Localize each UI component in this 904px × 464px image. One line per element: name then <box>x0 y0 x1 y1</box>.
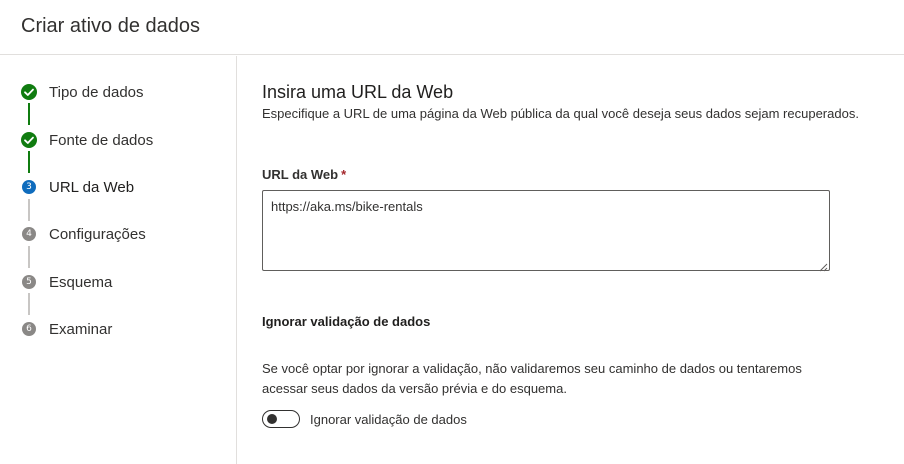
resize-grip-icon[interactable] <box>819 260 828 272</box>
toggle-knob <box>267 414 277 424</box>
wizard-steps: Tipo de dados Fonte de dados 3 URL da We… <box>0 56 237 464</box>
step-number-icon: 4 <box>22 227 36 241</box>
step-connector-3 <box>28 199 30 221</box>
checkmark-circle-icon <box>20 83 38 101</box>
checkmark-circle-icon <box>20 131 38 149</box>
step-marker: 5 <box>20 273 38 291</box>
step-configuracoes[interactable]: 4 Configurações <box>20 222 146 246</box>
url-field-label-text: URL da Web <box>262 167 339 182</box>
step-esquema[interactable]: 5 Esquema <box>20 270 112 294</box>
step-marker: 6 <box>20 320 38 338</box>
step-tipo-de-dados[interactable]: Tipo de dados <box>20 80 144 104</box>
skip-validation-description: Se você optar por ignorar a validação, n… <box>262 361 802 396</box>
url-field-label: URL da Web * <box>262 167 346 182</box>
step-connector-1 <box>28 103 30 125</box>
required-marker: * <box>341 167 347 182</box>
step-examinar[interactable]: 6 Examinar <box>20 317 112 341</box>
skip-validation-toggle-row: Ignorar validação de dados <box>262 409 467 429</box>
skip-validation-toggle[interactable] <box>262 410 300 428</box>
url-input-value: https://aka.ms/bike-rentals <box>271 199 423 214</box>
step-label: Examinar <box>49 320 113 338</box>
section-description: Especifique a URL de uma página da Web p… <box>262 106 859 121</box>
skip-validation-heading: Ignorar validação de dados <box>262 314 431 329</box>
step-marker: 4 <box>20 225 38 243</box>
step-fonte-de-dados[interactable]: Fonte de dados <box>20 128 153 152</box>
step-number-icon: 3 <box>22 180 36 194</box>
dialog-header: Criar ativo de dados <box>0 0 904 55</box>
step-label: Fonte de dados <box>49 131 154 149</box>
dialog-title: Criar ativo de dados <box>21 15 200 37</box>
step-number-icon: 5 <box>22 275 36 289</box>
step-marker: 3 <box>20 178 38 196</box>
step-number-icon: 6 <box>22 322 36 336</box>
step-label: Tipo de dados <box>49 83 144 101</box>
section-title: Insira uma URL da Web <box>262 82 454 102</box>
skip-validation-toggle-label: Ignorar validação de dados <box>310 411 467 427</box>
step-connector-4 <box>28 246 30 268</box>
step-url-da-web[interactable]: 3 URL da Web <box>20 175 134 199</box>
step-label: Esquema <box>49 273 113 291</box>
step-connector-2 <box>28 151 30 173</box>
step-label: URL da Web <box>49 178 135 196</box>
step-label: Configurações <box>49 225 146 243</box>
url-input[interactable]: https://aka.ms/bike-rentals <box>262 190 830 272</box>
step-connector-5 <box>28 293 30 315</box>
